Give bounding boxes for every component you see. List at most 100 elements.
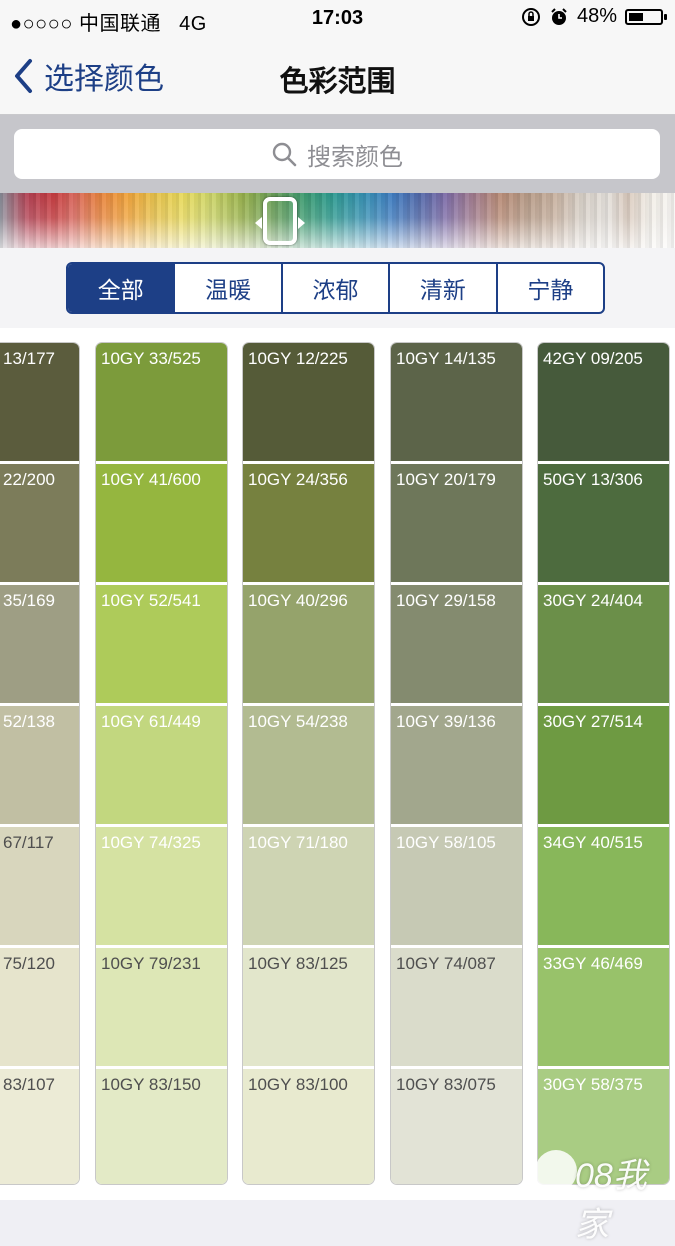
swatch-code-label: 83/107 xyxy=(3,1075,55,1094)
color-swatch[interactable]: 30GY 24/404 xyxy=(538,585,669,706)
color-swatch[interactable]: 10GY 79/231 xyxy=(96,948,227,1069)
swatch-code-label: 10GY 33/525 xyxy=(101,349,201,368)
color-swatch[interactable]: 13/177 xyxy=(0,343,79,464)
segment-tab[interactable]: 全部 xyxy=(68,264,176,312)
swatch-code-label: 10GY 79/231 xyxy=(101,954,201,973)
battery-fill xyxy=(629,12,644,21)
color-swatch[interactable]: 33GY 46/469 xyxy=(538,948,669,1069)
swatch-code-label: 30GY 58/375 xyxy=(543,1075,643,1094)
swatch-column: 10GY 33/525 10GY 41/600 10GY 52/541 10GY 61… xyxy=(95,342,228,1185)
color-swatch-grid: 13/177 22/200 35/169 52/138 67/117 75/120 83/1… xyxy=(0,328,675,1200)
status-bar: ●○○○○ 中国联通 4G 17:03 48% xyxy=(0,0,675,38)
search-input[interactable]: 搜索颜色 xyxy=(14,129,660,179)
navigation-bar: 选择颜色 色彩范围 xyxy=(0,38,675,115)
color-swatch[interactable]: 67/117 xyxy=(0,827,79,948)
filter-bar: 全部 温暖 浓郁 清新 宁静 xyxy=(0,248,675,328)
swatch-code-label: 10GY 83/150 xyxy=(101,1075,201,1094)
swatch-column: 42GY 09/205 50GY 13/306 30GY 24/404 30GY 27… xyxy=(537,342,670,1185)
color-swatch[interactable]: 10GY 52/541 xyxy=(96,585,227,706)
color-swatch[interactable]: 10GY 40/296 xyxy=(243,585,374,706)
swatch-code-label: 10GY 41/600 xyxy=(101,470,201,489)
page-title: 色彩范围 xyxy=(279,66,396,98)
swatch-column: 13/177 22/200 35/169 52/138 67/117 75/120 83/1… xyxy=(0,342,80,1185)
color-swatch[interactable]: 35/169 xyxy=(0,585,79,706)
color-spectrum-strip[interactable] xyxy=(0,193,675,248)
swatch-code-label: 10GY 71/180 xyxy=(248,833,348,852)
color-swatch[interactable]: 30GY 27/514 xyxy=(538,706,669,827)
swatch-code-label: 10GY 14/135 xyxy=(396,349,496,368)
segment-tab[interactable]: 宁静 xyxy=(498,264,603,312)
color-swatch[interactable]: 10GY 83/100 xyxy=(243,1069,374,1184)
color-swatch[interactable]: 10GY 74/087 xyxy=(391,948,522,1069)
swatch-code-label: 10GY 29/158 xyxy=(396,591,496,610)
swatch-code-label: 10GY 54/238 xyxy=(248,712,348,731)
swatch-code-label: 10GY 83/125 xyxy=(248,954,348,973)
segment-tab[interactable]: 温暖 xyxy=(175,264,283,312)
search-icon xyxy=(272,142,297,167)
color-swatch[interactable]: 10GY 41/600 xyxy=(96,464,227,585)
spectrum-texture xyxy=(0,193,675,248)
swatch-code-label: 10GY 24/356 xyxy=(248,470,348,489)
color-swatch[interactable]: 10GY 12/225 xyxy=(243,343,374,464)
color-swatch[interactable]: 10GY 83/125 xyxy=(243,948,374,1069)
swatch-column: 10GY 14/135 10GY 20/179 10GY 29/158 10GY 39… xyxy=(390,342,523,1185)
watermark-text: 08我家 xyxy=(575,1157,647,1244)
color-swatch[interactable]: 10GY 74/325 xyxy=(96,827,227,948)
swatch-code-label: 67/117 xyxy=(3,833,54,852)
color-swatch[interactable]: 10GY 33/525 xyxy=(96,343,227,464)
swatch-code-label: 10GY 61/449 xyxy=(101,712,201,731)
color-swatch[interactable]: 10GY 58/105 xyxy=(391,827,522,948)
swatch-code-label: 10GY 52/541 xyxy=(101,591,201,610)
status-right: 48% xyxy=(521,5,667,28)
color-swatch[interactable]: 10GY 71/180 xyxy=(243,827,374,948)
swatch-code-label: 22/200 xyxy=(3,470,55,489)
color-swatch[interactable]: 34GY 40/515 xyxy=(538,827,669,948)
color-swatch[interactable]: 10GY 54/238 xyxy=(243,706,374,827)
swatch-code-label: 50GY 13/306 xyxy=(543,470,643,489)
swatch-code-label: 30GY 27/514 xyxy=(543,712,643,731)
swatch-code-label: 10GY 39/136 xyxy=(396,712,496,731)
color-swatch[interactable]: 52/138 xyxy=(0,706,79,827)
search-area: 搜索颜色 xyxy=(0,115,675,193)
color-swatch[interactable]: 10GY 29/158 xyxy=(391,585,522,706)
color-swatch[interactable]: 22/200 xyxy=(0,464,79,585)
color-swatch[interactable]: 10GY 20/179 xyxy=(391,464,522,585)
swatch-code-label: 10GY 74/325 xyxy=(101,833,201,852)
swatch-column: 10GY 12/225 10GY 24/356 10GY 40/296 10GY 54… xyxy=(242,342,375,1185)
segment-tab[interactable]: 浓郁 xyxy=(283,264,391,312)
segment-tab[interactable]: 清新 xyxy=(390,264,498,312)
color-swatch[interactable]: 50GY 13/306 xyxy=(538,464,669,585)
watermark-logo-icon xyxy=(535,1150,577,1192)
swatch-code-label: 52/138 xyxy=(3,712,55,731)
swatch-code-label: 13/177 xyxy=(3,349,55,368)
rotation-lock-icon xyxy=(521,7,540,26)
battery-percent: 48% xyxy=(576,5,617,27)
color-swatch[interactable]: 10GY 39/136 xyxy=(391,706,522,827)
battery-icon xyxy=(625,8,667,25)
swatch-code-label: 75/120 xyxy=(3,954,55,973)
swatch-code-label: 30GY 24/404 xyxy=(543,591,643,610)
color-swatch[interactable]: 10GY 24/356 xyxy=(243,464,374,585)
swatch-code-label: 33GY 46/469 xyxy=(543,954,643,973)
watermark: 08我家 xyxy=(517,1144,675,1244)
color-swatch[interactable]: 75/120 xyxy=(0,948,79,1069)
spectrum-slider-handle[interactable] xyxy=(255,197,305,245)
swatch-code-label: 10GY 83/075 xyxy=(396,1075,496,1094)
search-placeholder: 搜索颜色 xyxy=(307,143,403,171)
category-segmented-control: 全部 温暖 浓郁 清新 宁静 xyxy=(66,262,605,314)
swatch-code-label: 10GY 20/179 xyxy=(396,470,496,489)
swatch-code-label: 35/169 xyxy=(3,591,55,610)
swatch-code-label: 10GY 12/225 xyxy=(248,349,348,368)
color-swatch[interactable]: 10GY 61/449 xyxy=(96,706,227,827)
swatch-code-label: 42GY 09/205 xyxy=(543,349,643,368)
swatch-code-label: 10GY 40/296 xyxy=(248,591,348,610)
color-swatch[interactable]: 42GY 09/205 xyxy=(538,343,669,464)
swatch-code-label: 10GY 58/105 xyxy=(396,833,496,852)
alarm-icon xyxy=(551,7,567,25)
color-swatch[interactable]: 10GY 14/135 xyxy=(391,343,522,464)
swatch-code-label: 10GY 74/087 xyxy=(396,954,496,973)
color-swatch[interactable]: 83/107 xyxy=(0,1069,79,1184)
color-swatch[interactable]: 10GY 83/075 xyxy=(391,1069,522,1184)
swatch-code-label: 10GY 83/100 xyxy=(248,1075,348,1094)
color-swatch[interactable]: 10GY 83/150 xyxy=(96,1069,227,1184)
